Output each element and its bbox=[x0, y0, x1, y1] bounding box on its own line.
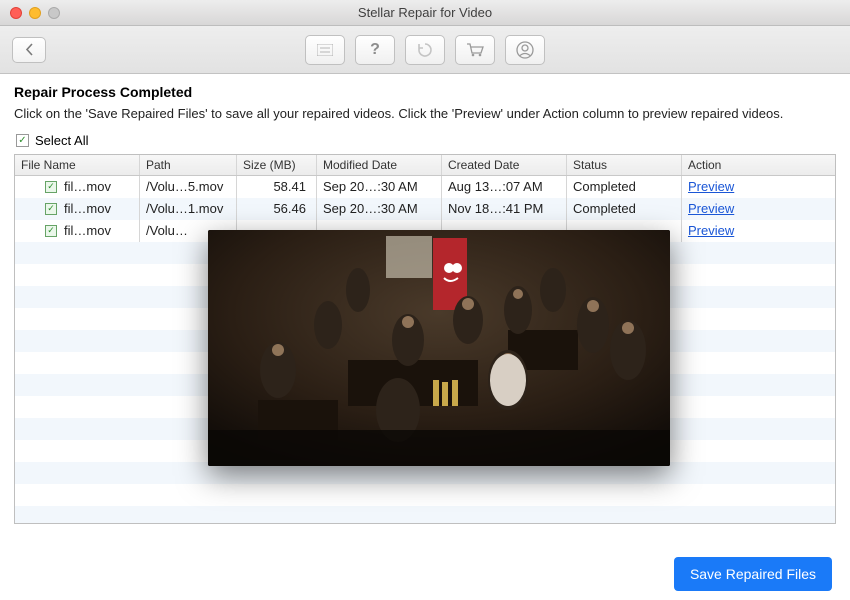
cell-modified: Sep 20…:30 AM bbox=[317, 198, 442, 220]
col-path[interactable]: Path bbox=[140, 155, 237, 175]
buy-toolbar-button[interactable] bbox=[455, 35, 495, 65]
col-created[interactable]: Created Date bbox=[442, 155, 567, 175]
col-action[interactable]: Action bbox=[682, 155, 835, 175]
preview-link[interactable]: Preview bbox=[688, 201, 734, 216]
cell-filename: fil…mov bbox=[64, 179, 111, 194]
cell-path: /Volu…5.mov bbox=[140, 176, 237, 198]
list-icon bbox=[317, 44, 333, 56]
page-heading: Repair Process Completed bbox=[14, 84, 836, 100]
page-instruction: Click on the 'Save Repaired Files' to sa… bbox=[14, 106, 836, 123]
cart-icon bbox=[466, 43, 484, 57]
cell-modified: Sep 20…:30 AM bbox=[317, 176, 442, 198]
col-size[interactable]: Size (MB) bbox=[237, 155, 317, 175]
list-toolbar-button[interactable] bbox=[305, 35, 345, 65]
col-modified[interactable]: Modified Date bbox=[317, 155, 442, 175]
preview-link[interactable]: Preview bbox=[688, 179, 734, 194]
cell-status: Completed bbox=[567, 176, 682, 198]
save-repaired-files-button[interactable]: Save Repaired Files bbox=[674, 557, 832, 591]
toolbar: ? bbox=[0, 26, 850, 74]
user-icon bbox=[516, 41, 534, 59]
select-all-row: ✓ Select All bbox=[16, 133, 836, 148]
cell-filename: fil…mov bbox=[64, 201, 111, 216]
cell-status: Completed bbox=[567, 198, 682, 220]
col-status[interactable]: Status bbox=[567, 155, 682, 175]
titlebar: Stellar Repair for Video bbox=[0, 0, 850, 26]
cell-created: Aug 13…:07 AM bbox=[442, 176, 567, 198]
footer: Save Repaired Files bbox=[0, 548, 850, 600]
help-icon: ? bbox=[370, 41, 380, 59]
refresh-toolbar-button[interactable] bbox=[405, 35, 445, 65]
video-preview-frame bbox=[208, 230, 670, 466]
help-toolbar-button[interactable]: ? bbox=[355, 35, 395, 65]
window-title: Stellar Repair for Video bbox=[0, 5, 850, 20]
select-all-label: Select All bbox=[35, 133, 88, 148]
row-checkbox[interactable]: ✓ bbox=[45, 225, 57, 237]
row-checkbox[interactable]: ✓ bbox=[45, 181, 57, 193]
preview-link[interactable]: Preview bbox=[688, 223, 734, 238]
select-all-checkbox[interactable]: ✓ bbox=[16, 134, 29, 147]
cell-size: 58.41 bbox=[237, 176, 317, 198]
account-toolbar-button[interactable] bbox=[505, 35, 545, 65]
table-header: File Name Path Size (MB) Modified Date C… bbox=[15, 155, 835, 176]
cell-created: Nov 18…:41 PM bbox=[442, 198, 567, 220]
cell-filename: fil…mov bbox=[64, 223, 111, 238]
cell-size: 56.46 bbox=[237, 198, 317, 220]
refresh-icon bbox=[417, 42, 433, 58]
video-preview-popup[interactable] bbox=[208, 230, 670, 466]
row-checkbox[interactable]: ✓ bbox=[45, 203, 57, 215]
table-row[interactable]: ✓ fil…mov /Volu…1.mov 56.46 Sep 20…:30 AM… bbox=[15, 198, 835, 220]
table-row[interactable]: ✓ fil…mov /Volu…5.mov 58.41 Sep 20…:30 AM… bbox=[15, 176, 835, 198]
col-filename[interactable]: File Name bbox=[15, 155, 140, 175]
cell-path: /Volu…1.mov bbox=[140, 198, 237, 220]
